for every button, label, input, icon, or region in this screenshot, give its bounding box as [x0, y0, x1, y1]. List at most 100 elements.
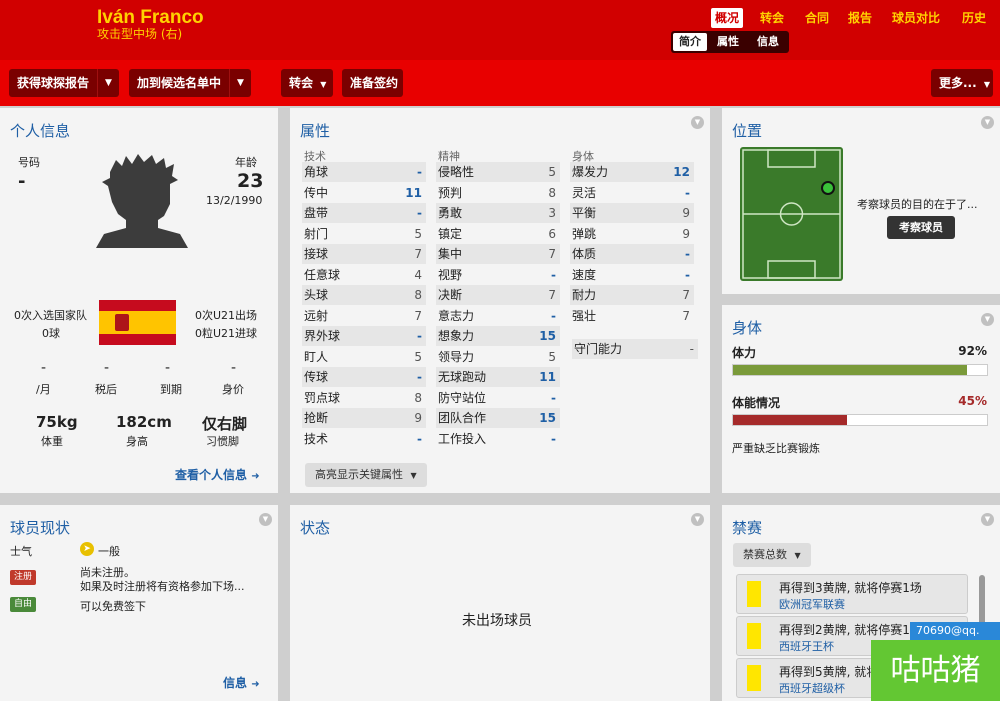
sign-button[interactable]: 准备签约 — [342, 69, 403, 97]
subtab-profile[interactable]: 简介 — [673, 33, 707, 51]
attribute-value: 7 — [414, 308, 422, 323]
subtab-bar: 简介 属性 信息 — [671, 31, 789, 53]
attribute-value: 8 — [548, 185, 556, 200]
attribute-name: 盯人 — [304, 349, 329, 364]
attribute-value: 15 — [539, 329, 556, 343]
panel-menu-icon[interactable]: ▼ — [691, 513, 704, 526]
chevron-down-icon: ▼ — [320, 80, 327, 89]
add-shortlist-label: 加到候选名单中 — [137, 76, 222, 90]
foot-label: 习惯脚 — [206, 435, 239, 448]
attribute-row: 意志力 - — [436, 306, 560, 326]
panel-menu-icon[interactable]: ▼ — [981, 313, 994, 326]
attribute-name: 平衡 — [572, 206, 597, 220]
condition-bar — [732, 364, 988, 376]
transfer-label: 转会 — [289, 76, 314, 90]
attribute-name: 勇敢 — [438, 206, 463, 220]
scout-note: 考察球员的目的在于了... — [857, 198, 978, 211]
scout-player-button[interactable]: 考察球员 — [887, 216, 955, 239]
attribute-value: - — [417, 431, 422, 446]
attribute-row: 爆发力 12 — [570, 162, 694, 182]
transfer-button[interactable]: 转会 ▼ — [281, 69, 333, 97]
attribute-name: 技术 — [304, 431, 329, 446]
fitness-panel: 身体 ▼ 体力 92% 体能情况 45% 严重缺乏比赛锻炼 — [722, 305, 1000, 493]
attribute-row: 弹跳 9 — [570, 224, 694, 244]
nav-report[interactable]: 报告 — [844, 8, 876, 28]
attribute-name: 速度 — [572, 267, 597, 282]
attributes-panel: 属性 ▼ 技术 精神 身体 角球 - 传中 11 盘带 - 射门 5 接球 7 任意球 4 头球 8 远射 7… — [290, 108, 710, 493]
chevron-down-icon[interactable]: ▼ — [97, 69, 119, 97]
panel-title: 禁赛 — [732, 519, 763, 537]
attribute-row: 决断 7 — [436, 285, 560, 305]
subtab-info[interactable]: 信息 — [751, 33, 785, 51]
attribute-row-goalkeeping: 守门能力 - — [572, 339, 698, 359]
nav-contract[interactable]: 合同 — [801, 8, 833, 28]
panel-menu-icon[interactable]: ▼ — [981, 513, 994, 526]
number-label: 号码 — [18, 156, 40, 169]
subtab-attributes[interactable]: 属性 — [711, 33, 745, 51]
more-button[interactable]: 更多... ▼ — [931, 69, 993, 97]
attribute-name: 任意球 — [304, 267, 341, 282]
nav-history[interactable]: 历史 — [958, 8, 990, 28]
panel-menu-icon[interactable]: ▼ — [691, 116, 704, 129]
attribute-value: 7 — [548, 247, 556, 261]
pitch-diagram — [740, 147, 843, 281]
foot-value: 仅右脚 — [202, 415, 248, 433]
chevron-down-icon[interactable]: ▼ — [229, 69, 251, 97]
attribute-name: 头球 — [304, 288, 329, 302]
attribute-name: 团队合作 — [438, 411, 487, 425]
attribute-value: - — [417, 206, 422, 220]
ban-title: 再得到2黄牌, 就将停赛1场 — [779, 623, 922, 637]
toolbar: 获得球探报告 ▼ 加到候选名单中 ▼ 转会 ▼ 准备签约 更多... ▼ — [0, 60, 1000, 106]
watermark-logo: 咕咕猪 — [871, 640, 1000, 701]
form-panel: 状态 ▼ 未出场球员 — [290, 505, 710, 701]
attribute-row: 耐力 7 — [570, 285, 694, 305]
player-silhouette-icon — [96, 154, 188, 248]
panel-menu-icon[interactable]: ▼ — [259, 513, 272, 526]
nav-transfer[interactable]: 转会 — [756, 8, 788, 28]
ban-competition[interactable]: 欧洲冠军联赛 — [779, 596, 845, 612]
date-of-birth: 13/2/1990 — [206, 194, 263, 207]
scout-report-button[interactable]: 获得球探报告 ▼ — [9, 69, 119, 97]
ban-competition[interactable]: 西班牙超级杯 — [779, 680, 845, 696]
attribute-name: 抢断 — [304, 411, 329, 425]
attribute-name: 想象力 — [438, 329, 475, 343]
attribute-row: 集中 7 — [436, 244, 560, 264]
attribute-name: 界外球 — [304, 329, 341, 343]
attribute-value: 8 — [414, 390, 422, 405]
nav-compare[interactable]: 球员对比 — [888, 8, 944, 28]
ban-item[interactable]: 再得到3黄牌, 就将停赛1场 欧洲冠军联赛 — [736, 574, 968, 614]
yellow-card-icon — [747, 581, 761, 607]
view-personal-info-link[interactable]: 查看个人信息 ➜ — [175, 466, 260, 483]
attribute-row: 团队合作 15 — [436, 408, 560, 428]
condition-value: 92% — [958, 344, 987, 358]
attribute-value: 4 — [414, 267, 422, 282]
panel-menu-icon[interactable]: ▼ — [981, 116, 994, 129]
condition-label: 体力 — [732, 346, 757, 360]
sharpness-bar — [732, 414, 988, 426]
attribute-name: 角球 — [304, 165, 329, 179]
highlight-key-attributes-button[interactable]: 高亮显示关键属性 ▼ — [305, 463, 427, 487]
height-value: 182cm — [116, 413, 172, 431]
aftertax-label: 税后 — [95, 383, 117, 396]
expiry-label: 到期 — [160, 383, 182, 396]
add-shortlist-button[interactable]: 加到候选名单中 ▼ — [129, 69, 251, 97]
attribute-row: 强壮 7 — [570, 306, 694, 326]
attribute-row: 速度 - — [570, 265, 694, 285]
player-status-panel: 球员现状 ▼ 士气 ➤ 一般 注册 尚未注册。 如果及时注册将有资格参加下场..… — [0, 505, 278, 701]
attribute-value: - — [551, 390, 556, 405]
attribute-value: - — [685, 247, 690, 261]
ban-filter-dropdown[interactable]: 禁赛总数 ▼ — [733, 543, 811, 567]
tooltip-overlay: 70690@qq. — [910, 622, 1000, 640]
attribute-name: 耐力 — [572, 288, 597, 302]
status-info-label: 信息 — [223, 676, 248, 690]
number-value: - — [18, 171, 26, 192]
personal-info-panel: 个人信息 号码 - 年龄 23 13/2/1990 0次入选国家队 0球 0次U… — [0, 108, 278, 493]
status-info-link[interactable]: 信息 ➜ — [223, 674, 260, 691]
nav-overview[interactable]: 概况 — [711, 8, 744, 28]
ban-competition[interactable]: 西班牙王杯 — [779, 638, 834, 654]
attribute-value: - — [551, 308, 556, 323]
attribute-row: 角球 - — [302, 162, 426, 182]
bans-scrollbar[interactable] — [979, 575, 985, 625]
wage-value: - — [41, 360, 47, 376]
attribute-name: 远射 — [304, 308, 329, 323]
